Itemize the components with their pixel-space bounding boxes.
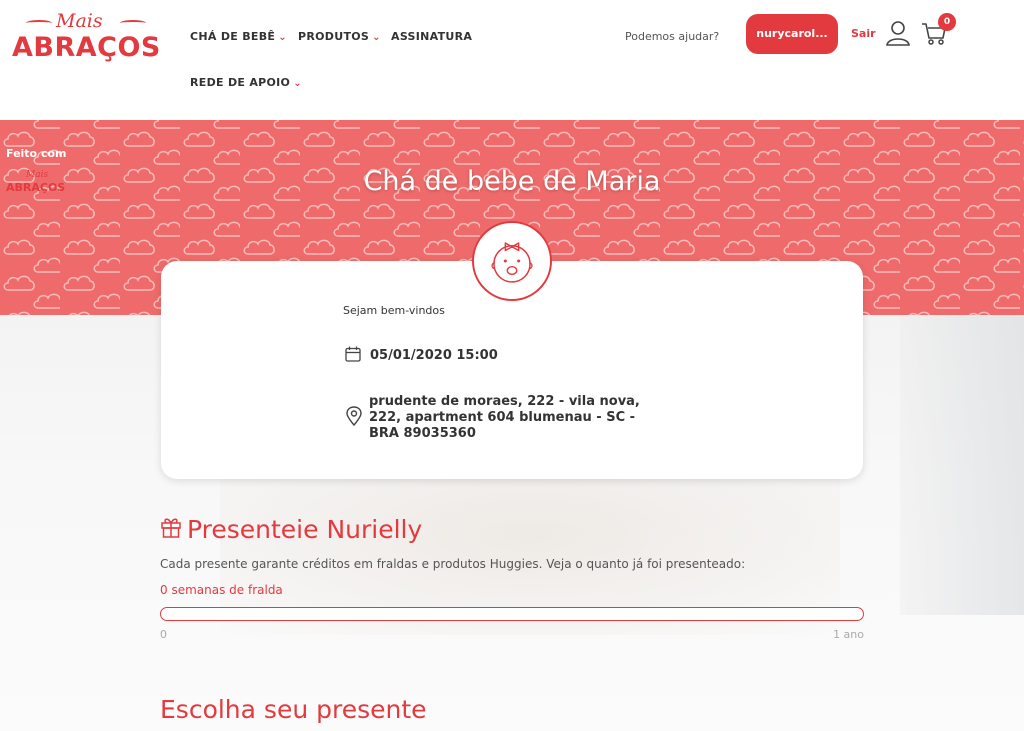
chevron-down-icon: ⌄ <box>293 78 302 89</box>
background-blur <box>900 315 1024 615</box>
gift-title-text: Presenteie Nurielly <box>187 515 423 544</box>
diaper-weeks-label: 0 semanas de fralda <box>160 583 283 597</box>
gift-icon <box>161 518 181 538</box>
choose-gift-heading: Escolha seu presente <box>160 695 427 724</box>
nav-item-rede-de-apoio[interactable]: REDE DE APOIO ⌄ <box>190 76 302 89</box>
nav-item-label: REDE DE APOIO <box>190 76 291 89</box>
event-address-text: prudente de moraes, 222 - vila nova, 222… <box>369 394 640 441</box>
logo-swirl-left <box>26 20 52 26</box>
logo-bottom-text: ABRAÇOS <box>12 32 161 63</box>
baby-avatar-icon <box>472 221 552 301</box>
chevron-down-icon: ⌄ <box>278 32 287 43</box>
nav-item-label: CHÁ DE BEBÊ <box>190 30 276 43</box>
page-title: Chá de bebe de Maria <box>363 166 661 197</box>
location-pin-icon <box>346 406 362 426</box>
logo-top-text: Mais <box>56 10 103 32</box>
progress-max-label: 1 ano <box>833 628 864 641</box>
site-header: Mais ABRAÇOS CHÁ DE BEBÊ ⌄ PRODUTOS ⌄ ASSI… <box>0 0 1024 120</box>
logout-link[interactable]: Sair <box>851 27 876 40</box>
gift-description: Cada presente garante créditos em fralda… <box>160 557 746 571</box>
calendar-icon <box>345 346 361 362</box>
nav-item-produtos[interactable]: PRODUTOS ⌄ <box>298 30 381 43</box>
welcome-text: Sejam bem-vindos <box>343 304 445 317</box>
help-link[interactable]: Podemos ajudar? <box>625 30 719 43</box>
gift-progress-bar <box>160 607 864 621</box>
chevron-down-icon: ⌄ <box>372 32 381 43</box>
user-icon[interactable] <box>886 20 910 46</box>
nav-item-cha-de-bebe[interactable]: CHÁ DE BEBÊ ⌄ <box>190 30 287 43</box>
cart-count-badge: 0 <box>938 13 956 31</box>
event-datetime: 05/01/2020 15:00 <box>370 348 498 363</box>
made-with-label: Feito com <box>6 147 67 160</box>
nav-item-assinatura[interactable]: ASSINATURA <box>391 30 472 43</box>
nav-item-label: PRODUTOS <box>298 30 370 43</box>
progress-min-label: 0 <box>160 628 167 641</box>
logo-swirl-right <box>120 20 146 26</box>
user-account-button[interactable]: nurycarol... <box>746 14 838 54</box>
brand-logo[interactable]: Mais ABRAÇOS <box>12 10 162 70</box>
nav-item-label: ASSINATURA <box>391 30 473 43</box>
